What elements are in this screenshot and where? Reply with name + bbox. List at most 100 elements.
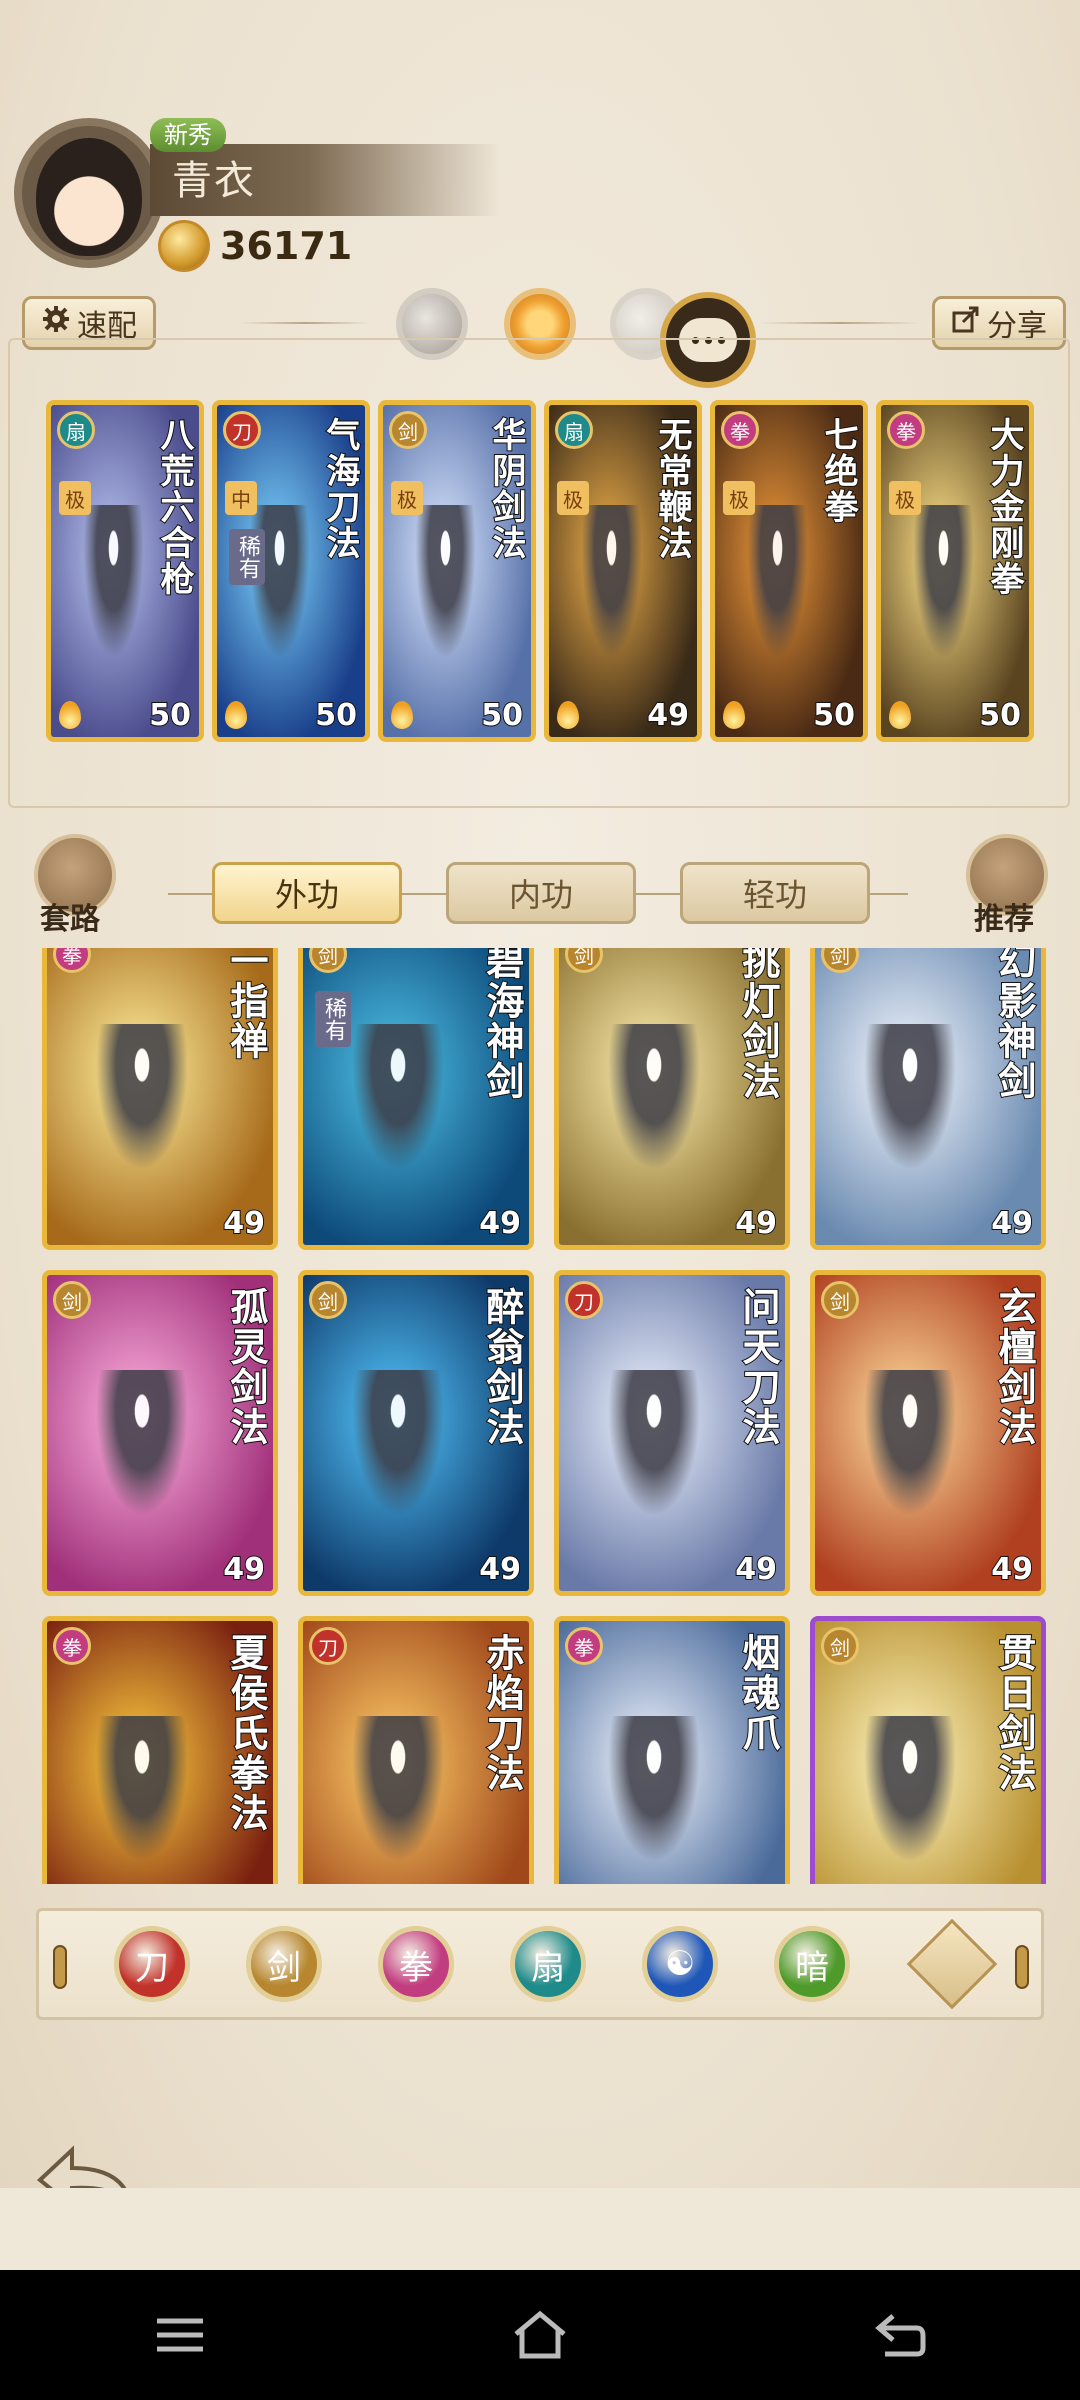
- skill-level: 50: [812, 697, 856, 734]
- blade-filter-icon[interactable]: 刀: [114, 1926, 190, 2002]
- flame-icon: [225, 701, 247, 729]
- skill-level: 49: [990, 1551, 1034, 1588]
- skill-card[interactable]: 拳一指禅 49: [42, 948, 278, 1250]
- hidden-weapon-filter-icon[interactable]: 暗: [774, 1926, 850, 2002]
- currency-value: 36171: [220, 224, 353, 268]
- fan-icon: 扇: [555, 411, 593, 449]
- fist-icon: 拳: [887, 411, 925, 449]
- skill-level: 49: [222, 1205, 266, 1242]
- equipped-skill-card[interactable]: 剑极 华阴剑法 50: [378, 400, 536, 742]
- flame-icon: [557, 701, 579, 729]
- gear-icon: [41, 304, 71, 342]
- equipped-skill-card[interactable]: 扇极 八荒六合枪 50: [46, 400, 204, 742]
- martial-artist-figure: [907, 504, 979, 678]
- grade-badge: 极: [889, 481, 921, 515]
- skill-title: 碧海神剑: [479, 948, 525, 1102]
- scroll-cap-right: [1015, 1945, 1029, 1989]
- game-screen: 新秀 青衣 36171 速配 分享 扇极八荒六合枪 50 刀中稀有 气海刀法 50 剑极华…: [0, 0, 1080, 2188]
- skill-level: 50: [148, 697, 192, 734]
- martial-artist-figure: [599, 1715, 709, 1881]
- taiji-filter-icon[interactable]: ☯: [642, 1926, 718, 2002]
- equipped-skill-card[interactable]: 拳极 大力金刚拳 50: [876, 400, 1034, 742]
- skill-title: 一指禅: [223, 948, 269, 1062]
- gold-type-icon: 剑: [309, 1281, 347, 1319]
- martial-artist-figure: [77, 504, 149, 678]
- sword-filter-icon[interactable]: 剑: [246, 1926, 322, 2002]
- skill-title: 烟魂爪: [735, 1632, 781, 1754]
- martial-artist-figure: [741, 504, 813, 678]
- flame-icon: [723, 701, 745, 729]
- skill-card[interactable]: 剑稀有 碧海神剑 49: [298, 948, 534, 1250]
- skill-card[interactable]: 刀 赤焰刀法: [298, 1616, 534, 1884]
- martial-artist-figure: [855, 1715, 965, 1881]
- skill-card[interactable]: 剑 醉翁剑法 49: [298, 1270, 534, 1596]
- home-icon[interactable]: [500, 2295, 580, 2375]
- skill-level: 49: [478, 1205, 522, 1242]
- tab-lightness[interactable]: 轻功: [680, 862, 870, 924]
- skill-level: 50: [314, 697, 358, 734]
- system-nav-bar: [0, 2270, 1080, 2400]
- skill-level: 49: [478, 1551, 522, 1588]
- skill-card[interactable]: 剑 玄檀剑法 49: [810, 1270, 1046, 1596]
- grade-badge: 极: [391, 481, 423, 515]
- skill-title: 问天刀法: [735, 1286, 781, 1448]
- martial-artist-figure: [599, 1023, 709, 1189]
- martial-artist-figure: [343, 1715, 453, 1881]
- skill-title: 幻影神剑: [991, 948, 1037, 1102]
- equipped-skill-card[interactable]: 拳极 七绝拳 50: [710, 400, 868, 742]
- deco-line-right: [760, 322, 920, 324]
- fist-filter-icon[interactable]: 拳: [378, 1926, 454, 2002]
- skill-title: 七绝拳: [817, 416, 859, 526]
- skill-card[interactable]: 剑 孤灵剑法 49: [42, 1270, 278, 1596]
- skill-card[interactable]: 剑幻影神剑 49: [810, 948, 1046, 1250]
- gold-type-icon: 剑: [821, 1627, 859, 1665]
- skill-level: 50: [480, 697, 524, 734]
- skill-title: 醉翁剑法: [479, 1286, 525, 1448]
- martial-artist-figure: [87, 1715, 197, 1881]
- skill-title: 八荒六合枪: [153, 416, 195, 598]
- tab-external[interactable]: 外功: [212, 862, 402, 924]
- skill-level: 49: [646, 697, 690, 734]
- fan-icon: 扇: [57, 411, 95, 449]
- skill-title: 大力金刚拳: [983, 416, 1025, 598]
- skill-card[interactable]: 剑挑灯剑法 49: [554, 948, 790, 1250]
- player-avatar[interactable]: [14, 118, 164, 268]
- back-nav-icon[interactable]: [860, 2295, 940, 2375]
- skill-title: 气海刀法: [319, 416, 361, 562]
- red-type-icon: 刀: [565, 1281, 603, 1319]
- back-arrow-icon[interactable]: [30, 2140, 140, 2188]
- skill-grid: 拳一指禅 49 剑稀有 碧海神剑 49 剑挑灯剑法 49 剑幻影神剑 49 剑孤灵剑法 49 剑醉翁剑…: [0, 948, 1080, 1884]
- sword-icon: 剑: [389, 411, 427, 449]
- skill-title: 华阴剑法: [485, 416, 527, 562]
- grade-badge: 极: [59, 481, 91, 515]
- deco-line-left: [240, 322, 370, 324]
- skill-card[interactable]: 拳 夏侯氏拳法: [42, 1616, 278, 1884]
- skill-title: 孤灵剑法: [223, 1286, 269, 1448]
- martial-artist-figure: [575, 504, 647, 678]
- skill-card[interactable]: 刀 问天刀法 49: [554, 1270, 790, 1596]
- share-icon: [951, 304, 981, 342]
- routine-label[interactable]: 套路: [40, 894, 100, 938]
- skill-card[interactable]: 剑 贯日剑法: [810, 1616, 1046, 1884]
- martial-artist-figure: [343, 1369, 453, 1535]
- gold-type-icon: 剑: [821, 1281, 859, 1319]
- skill-title: 玄檀剑法: [991, 1286, 1037, 1448]
- recommend-label[interactable]: 推荐: [974, 894, 1034, 938]
- skill-title: 赤焰刀法: [479, 1632, 525, 1794]
- skill-title: 挑灯剑法: [735, 948, 781, 1102]
- skill-level: 49: [734, 1551, 778, 1588]
- martial-artist-figure: [855, 1369, 965, 1535]
- equipped-skill-card[interactable]: 扇极 无常鞭法 49: [544, 400, 702, 742]
- fist-icon: 拳: [721, 411, 759, 449]
- skill-level: 49: [734, 1205, 778, 1242]
- rank-tag: 新秀: [150, 118, 226, 152]
- grade-badge: 极: [557, 481, 589, 515]
- tab-internal[interactable]: 内功: [446, 862, 636, 924]
- equipped-skill-card[interactable]: 刀中稀有 气海刀法 50: [212, 400, 370, 742]
- menu-icon[interactable]: [140, 2295, 220, 2375]
- player-name: 青衣: [172, 158, 256, 204]
- skill-card[interactable]: 拳 烟魂爪: [554, 1616, 790, 1884]
- avatar-portrait: [36, 138, 142, 256]
- skill-level: 49: [222, 1551, 266, 1588]
- fan-filter-icon[interactable]: 扇: [510, 1926, 586, 2002]
